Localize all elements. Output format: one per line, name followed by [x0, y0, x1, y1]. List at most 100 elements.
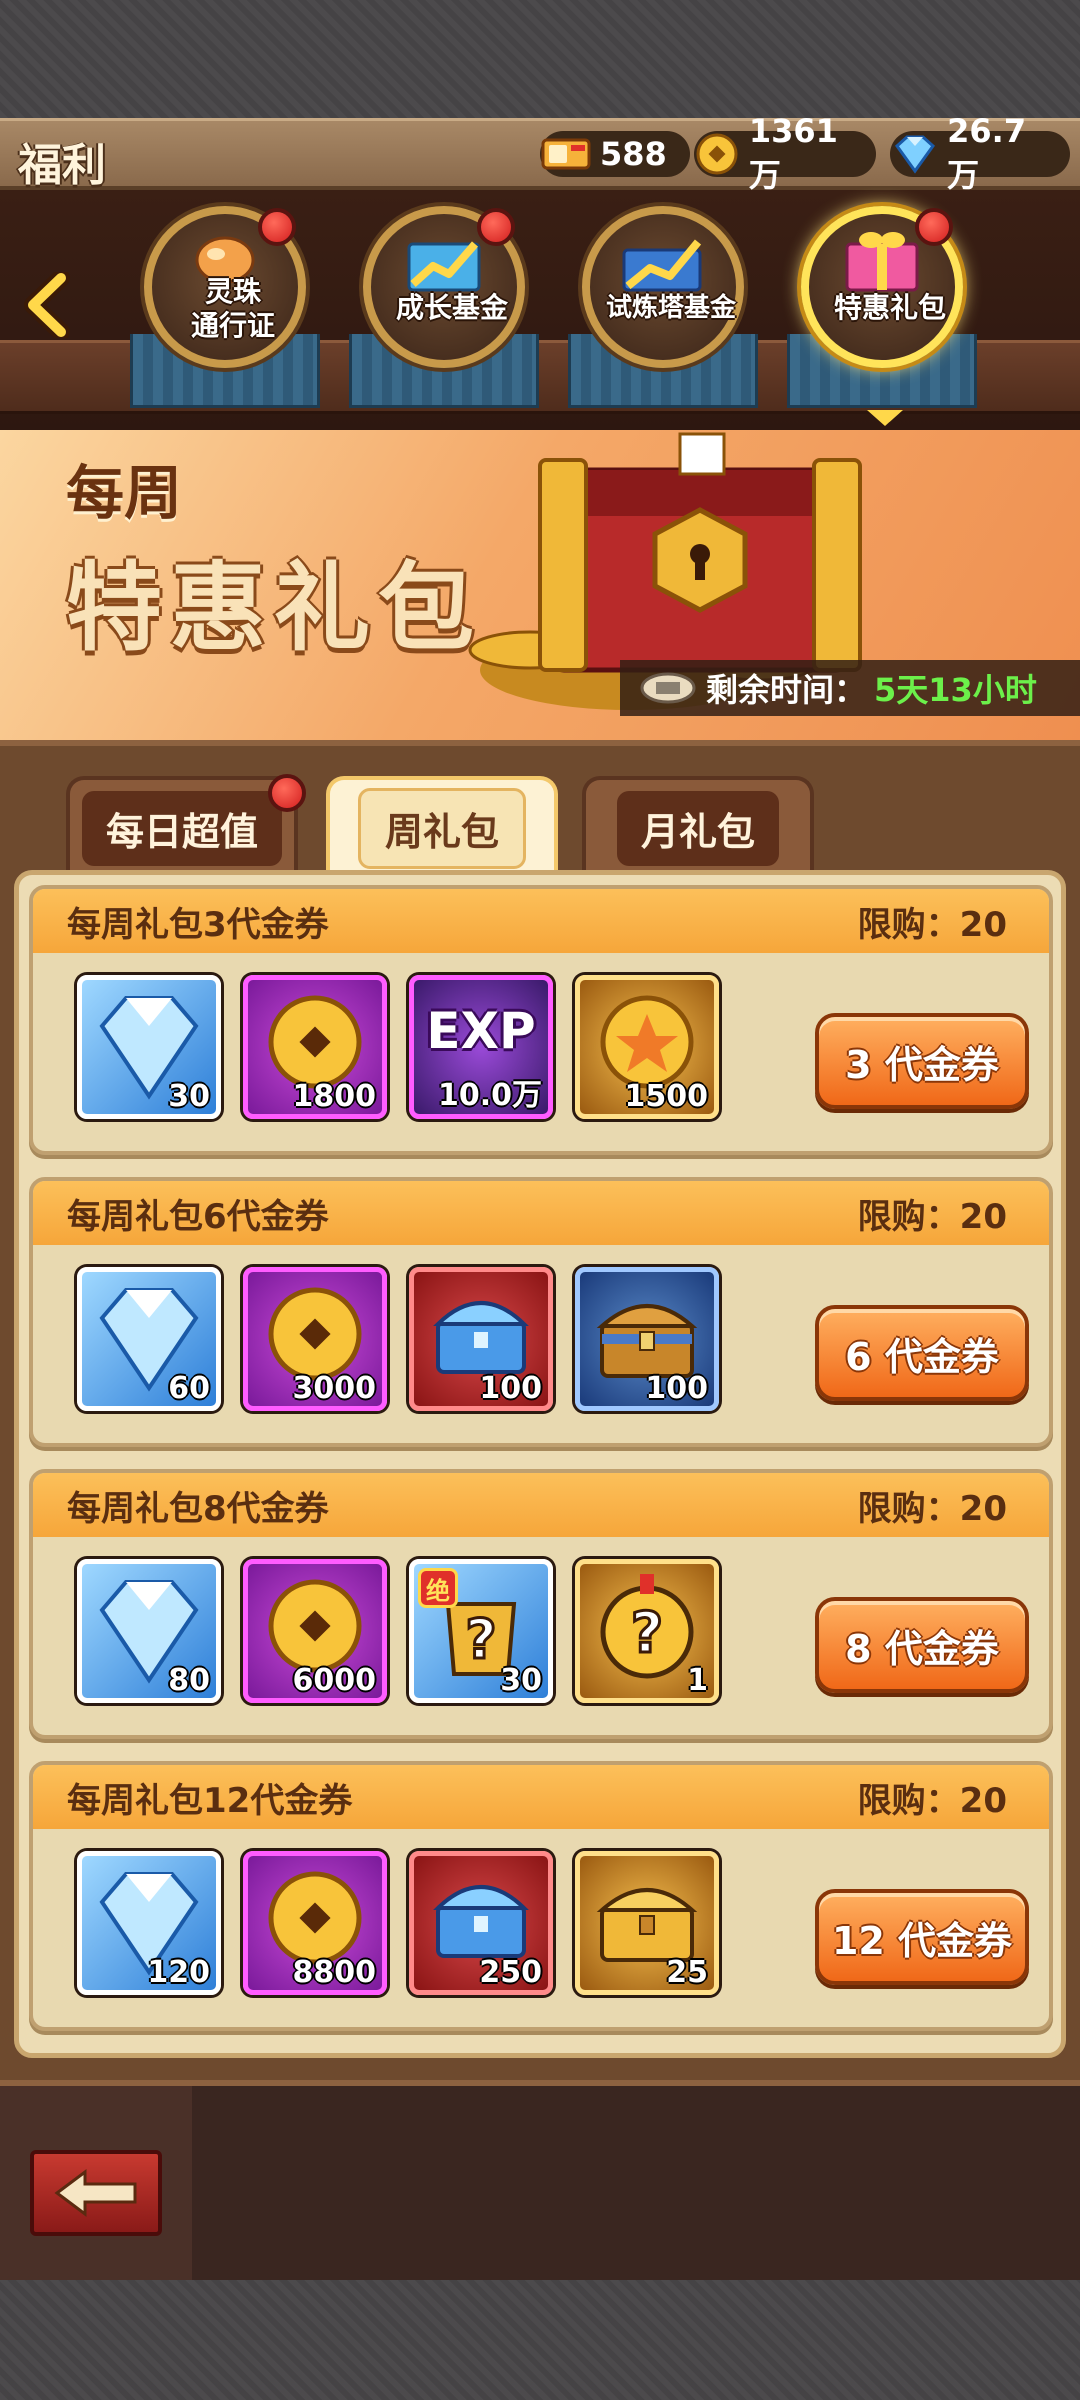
buy-button[interactable]: 3 代金券	[815, 1013, 1029, 1109]
reward-item[interactable]: 120	[77, 1851, 221, 1995]
item-quantity: 100	[645, 1371, 708, 1406]
reward-item[interactable]: 1500	[575, 975, 719, 1119]
reward-item[interactable]: 250	[409, 1851, 553, 1995]
chevron-left-icon	[24, 272, 70, 338]
pack-title: 每周礼包12代金券	[67, 1780, 353, 1821]
nav-label: 特惠礼包	[833, 291, 946, 324]
purchase-limit: 限购：20	[857, 1780, 1007, 1821]
rarity-badge: 绝	[418, 1568, 458, 1608]
timer-value: 5天13小时	[874, 671, 1037, 709]
pack-card: 每周礼包12代金券 限购：20 120 8800 250 25 12 代金券	[29, 1761, 1053, 2031]
reward-item[interactable]: 8800	[243, 1851, 387, 1995]
nav-item-pass[interactable]: 灵珠 通行证	[130, 206, 320, 416]
nav-item-growth-fund[interactable]: 成长基金	[349, 206, 539, 416]
nav-label-line1: 灵珠	[204, 275, 261, 308]
coin-count: 1361万	[748, 112, 838, 194]
timer-label: 剩余时间：	[706, 671, 867, 709]
reward-item[interactable]: 60	[77, 1267, 221, 1411]
pack-card: 每周礼包6代金券 限购：20 60 3000 100 100 6 代金券	[29, 1177, 1053, 1447]
item-quantity: 100	[479, 1371, 542, 1406]
tab-daily[interactable]: 每日超值	[66, 774, 306, 876]
weekly-offer-banner: 每周 特惠礼包 剩余时间： 5天13小时	[0, 430, 1080, 740]
nav-prev-button[interactable]	[18, 270, 78, 340]
item-quantity: 25	[666, 1955, 708, 1990]
nav-label: 试炼塔基金	[605, 293, 736, 323]
tab-label: 周礼包	[357, 787, 526, 869]
tab-label: 每日超值	[81, 790, 282, 866]
item-quantity: 6000	[292, 1663, 377, 1698]
tower-chart-icon	[622, 239, 702, 292]
item-quantity: 30	[500, 1663, 542, 1698]
notification-badge	[258, 208, 296, 246]
reward-item[interactable]: 25	[575, 1851, 719, 1995]
pack-header: 每周礼包12代金券 限购：20	[33, 1765, 1049, 1829]
notification-badge	[477, 208, 515, 246]
item-quantity: 1800	[292, 1079, 377, 1114]
pack-header: 每周礼包6代金券 限购：20	[33, 1181, 1049, 1245]
coin-balance[interactable]: 1361万	[694, 112, 876, 194]
header-bar: 福利 588 1361万 26.7万	[0, 112, 1080, 194]
reward-item[interactable]: 80	[77, 1559, 221, 1703]
nav-icon-frame: 试炼塔基金	[582, 206, 744, 368]
item-quantity: 60	[168, 1371, 210, 1406]
page-title: 福利	[18, 140, 106, 191]
exp-icon: EXP	[426, 1002, 536, 1060]
svg-text:?: ?	[465, 1608, 496, 1671]
reward-item[interactable]: ? 1	[575, 1559, 719, 1703]
item-quantity: 250	[479, 1955, 542, 1990]
reward-item[interactable]: ? 绝 30	[409, 1559, 553, 1703]
pack-header: 每周礼包8代金券 限购：20	[33, 1473, 1049, 1537]
reward-item[interactable]: 100	[409, 1267, 553, 1411]
purchase-limit: 限购：20	[857, 1488, 1007, 1529]
pack-title: 每周礼包3代金券	[67, 904, 329, 945]
item-quantity: 80	[168, 1663, 210, 1698]
nav-item-special-offer[interactable]: 特惠礼包	[787, 206, 977, 426]
arrow-left-icon	[54, 2169, 137, 2217]
tab-label: 月礼包	[616, 790, 779, 866]
back-button[interactable]	[30, 2150, 162, 2236]
tab-monthly[interactable]: 月礼包	[582, 776, 814, 876]
gem-balance[interactable]: 26.7万	[890, 112, 1070, 194]
item-quantity: 30	[168, 1079, 210, 1114]
notification-badge	[268, 774, 306, 812]
active-indicator-arrow	[867, 410, 903, 426]
category-nav: 灵珠 通行证 成长基金 试炼塔基金 特惠礼包	[0, 190, 1080, 430]
pack-title: 每周礼包6代金券	[67, 1196, 329, 1237]
banner-subtitle: 每周	[66, 459, 183, 527]
ticket-icon	[640, 672, 696, 704]
ticket-count: 588	[600, 135, 667, 173]
item-quantity: 120	[147, 1955, 210, 1990]
item-quantity: 10.0万	[437, 1078, 542, 1113]
reward-item[interactable]: 30	[77, 975, 221, 1119]
bottom-left-panel	[0, 2086, 192, 2286]
ticket-balance[interactable]: 588	[540, 131, 690, 177]
gem-count: 26.7万	[947, 112, 1027, 194]
gold-coin-icon	[694, 131, 741, 177]
reward-item[interactable]: 1800	[243, 975, 387, 1119]
reward-item[interactable]: 6000	[243, 1559, 387, 1703]
nav-item-trial-tower-fund[interactable]: 试炼塔基金	[568, 206, 758, 416]
buy-button[interactable]: 8 代金券	[815, 1597, 1029, 1693]
pack-title: 每周礼包8代金券	[67, 1488, 329, 1529]
svg-text:?: ?	[631, 1601, 663, 1666]
time-remaining: 剩余时间： 5天13小时	[620, 660, 1080, 716]
nav-label-line2: 通行证	[190, 309, 275, 342]
buy-button[interactable]: 6 代金券	[815, 1305, 1029, 1401]
reward-item[interactable]: 3000	[243, 1267, 387, 1411]
nav-label: 成长基金	[395, 291, 508, 324]
tab-weekly[interactable]: 周礼包	[326, 776, 558, 876]
pack-list: 每周礼包3代金券 限购：20 30 1800 EXP 10.0万 1500 3 …	[14, 870, 1066, 2058]
diamond-icon	[890, 131, 939, 177]
buy-button[interactable]: 12 代金券	[815, 1889, 1029, 1985]
notification-badge	[915, 208, 953, 246]
reward-item[interactable]: EXP 10.0万	[409, 975, 553, 1119]
pack-card: 每周礼包8代金券 限购：20 80 6000 ? 绝 30 ? 1 8 代金券	[29, 1469, 1053, 1739]
pack-header: 每周礼包3代金券 限购：20	[33, 889, 1049, 953]
reward-item[interactable]: 100	[575, 1267, 719, 1411]
content-area: 每日超值 周礼包 月礼包 每周礼包3代金券 限购：20 30 1800 EXP …	[0, 740, 1080, 2080]
item-quantity: 8800	[292, 1955, 377, 1990]
item-quantity: 1	[687, 1663, 708, 1698]
ticket-icon	[540, 131, 592, 177]
item-quantity: 3000	[292, 1371, 377, 1406]
purchase-limit: 限购：20	[857, 904, 1007, 945]
